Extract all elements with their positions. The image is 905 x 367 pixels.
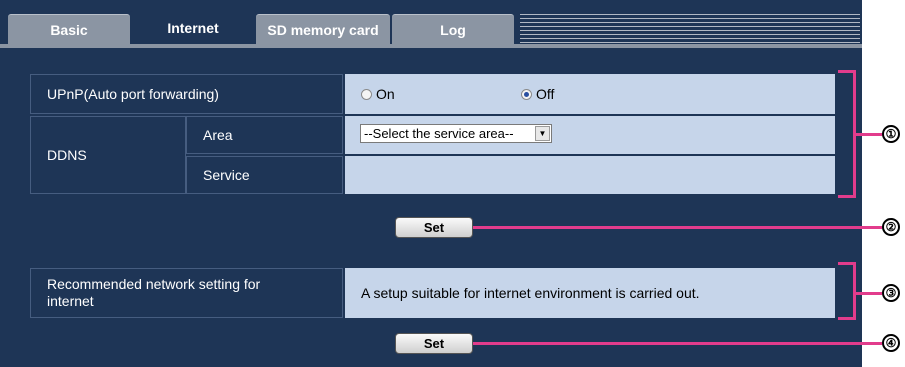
tab-bar-underline [0, 44, 862, 48]
tab-bar: Basic Internet SD memory card Log [0, 0, 862, 44]
upnp-label: UPnP(Auto port forwarding) [30, 74, 343, 114]
upnp-label-text: UPnP(Auto port forwarding) [47, 86, 219, 102]
ddns-area-label: Area [186, 116, 343, 154]
recommended-value: A setup suitable for internet environmen… [345, 268, 835, 318]
service-area-select[interactable]: --Select the service area-- ▼ [360, 124, 552, 143]
annotation-leader-4 [473, 342, 882, 345]
annotation-leader-1 [856, 133, 882, 136]
annotation-bracket-1 [838, 70, 856, 198]
set-button-ddns-label: Set [423, 220, 445, 235]
ddns-service-value [345, 156, 835, 194]
upnp-off-radio[interactable] [521, 88, 532, 100]
ddns-service-label: Service [186, 156, 343, 194]
upnp-value: On Off [345, 74, 835, 114]
annotation-callout-4: ④ [882, 334, 900, 352]
annotation-callout-1: ① [882, 125, 900, 143]
callout-2-text: ② [885, 220, 897, 234]
upnp-on-option[interactable]: On [361, 86, 521, 102]
ddns-service-label-text: Service [203, 167, 250, 183]
tab-internet[interactable]: Internet [130, 10, 256, 44]
annotation-leader-2 [473, 226, 882, 229]
upnp-on-radio[interactable] [361, 88, 372, 100]
callout-3-text: ③ [885, 286, 897, 300]
annotation-callout-2: ② [882, 218, 900, 236]
annotation-callout-3: ③ [882, 284, 900, 302]
callout-1-text: ① [885, 127, 897, 141]
upnp-off-label: Off [536, 86, 555, 102]
tab-sd-label: SD memory card [267, 21, 379, 38]
annotation-bracket-3 [838, 262, 856, 320]
set-button-ddns[interactable]: Set [395, 217, 473, 238]
tab-bar-decoration [520, 14, 860, 44]
ddns-label: DDNS [30, 116, 186, 194]
annotation-leader-3 [856, 292, 882, 295]
callout-4-text: ④ [885, 336, 897, 350]
upnp-on-label: On [376, 86, 395, 102]
upnp-off-option[interactable]: Off [521, 86, 554, 102]
tab-log-label: Log [440, 21, 466, 38]
recommended-label: Recommended network setting for internet [30, 268, 343, 318]
ddns-area-label-text: Area [203, 127, 233, 143]
ddns-label-text: DDNS [47, 147, 87, 163]
tab-sd-memory-card[interactable]: SD memory card [256, 14, 390, 44]
tab-log[interactable]: Log [392, 14, 514, 44]
service-area-selected-text: --Select the service area-- [364, 126, 514, 141]
set-button-recommended[interactable]: Set [395, 333, 473, 354]
tab-basic-label: Basic [50, 21, 88, 38]
tab-internet-label: Internet [167, 19, 219, 36]
tab-basic[interactable]: Basic [8, 14, 130, 44]
recommended-label-text: Recommended network setting for internet [47, 276, 261, 309]
chevron-down-icon[interactable]: ▼ [535, 126, 550, 141]
recommended-description: A setup suitable for internet environmen… [361, 285, 700, 301]
set-button-recommended-label: Set [423, 336, 445, 351]
